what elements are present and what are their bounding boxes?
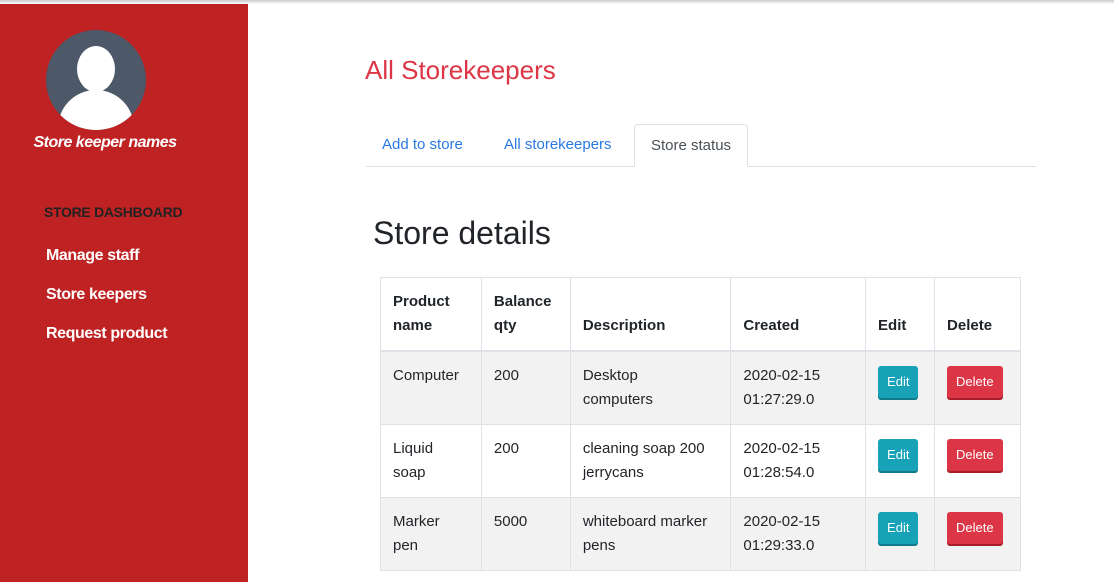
edit-button[interactable]: Edit [878, 439, 919, 471]
cell-delete: Delete [934, 497, 1021, 571]
cell-balance: 200 [480, 350, 571, 425]
cell-edit: Edit [865, 497, 936, 571]
tab-bar: Add to store All storekeepers Store stat… [366, 124, 1036, 167]
edit-button[interactable]: Edit [878, 366, 919, 398]
tab-add-to-store[interactable]: Add to store [366, 124, 479, 166]
section-title: Store details [373, 215, 551, 251]
cell-delete: Delete [934, 350, 1021, 425]
cell-created: 2020-02-15 01:27:29.0 [730, 350, 867, 425]
cell-description: whiteboard marker pens [569, 497, 732, 571]
header-delete: Delete [934, 277, 1021, 352]
cell-description: Desktop computers [569, 350, 732, 425]
sidebar-link-request-product[interactable]: Request product [46, 325, 168, 343]
sidebar: Store keeper names STORE DASHBOARD Manag… [0, 4, 248, 582]
table-row: Liquid soap 200 cleaning soap 200 jerrycan… [380, 424, 1021, 498]
delete-button[interactable]: Delete [947, 512, 1003, 544]
user-name: Store keeper names [33, 134, 177, 151]
cell-balance: 200 [480, 424, 571, 498]
delete-button[interactable]: Delete [947, 439, 1003, 471]
avatar-body [58, 90, 134, 130]
cell-product-name: Computer [380, 350, 482, 425]
cell-product-name: Liquid soap [380, 424, 482, 498]
header-product-name: Product name [380, 277, 482, 352]
cell-delete: Delete [934, 424, 1021, 498]
table-header-row: Product name Balance qty Description Creat… [380, 277, 1021, 352]
page-heading: All Storekeepers [365, 55, 556, 85]
header-created: Created [730, 277, 867, 352]
tab-store-status[interactable]: Store status [634, 124, 749, 167]
delete-button[interactable]: Delete [947, 366, 1003, 398]
cell-edit: Edit [865, 424, 936, 498]
cell-description: cleaning soap 200 jerrycans [569, 424, 732, 498]
cell-product-name: Marker pen [380, 497, 482, 571]
avatar-head [77, 46, 115, 92]
store-details-table: Product name Balance qty Description Creat… [380, 277, 1021, 571]
table-row: Marker pen 5000 whiteboard marker pens 202… [380, 497, 1021, 571]
cell-balance: 5000 [480, 497, 571, 571]
table-row: Computer 200 Desktop computers 2020-02-15… [380, 350, 1021, 425]
sidebar-link-store-keepers[interactable]: Store keepers [46, 286, 147, 304]
edit-button[interactable]: Edit [878, 512, 919, 544]
header-edit: Edit [865, 277, 936, 352]
sidebar-link-manage-staff[interactable]: Manage staff [46, 247, 139, 265]
avatar-user-silhouette-icon [46, 30, 146, 130]
cell-edit: Edit [865, 350, 936, 425]
dashboard-title: STORE DASHBOARD [44, 204, 183, 220]
cell-created: 2020-02-15 01:28:54.0 [730, 424, 867, 498]
header-description: Description [569, 277, 732, 352]
tab-all-storekeepers[interactable]: All storekeepers [488, 124, 628, 166]
cell-created: 2020-02-15 01:29:33.0 [730, 497, 867, 571]
header-balance-qty: Balance qty [480, 277, 571, 352]
